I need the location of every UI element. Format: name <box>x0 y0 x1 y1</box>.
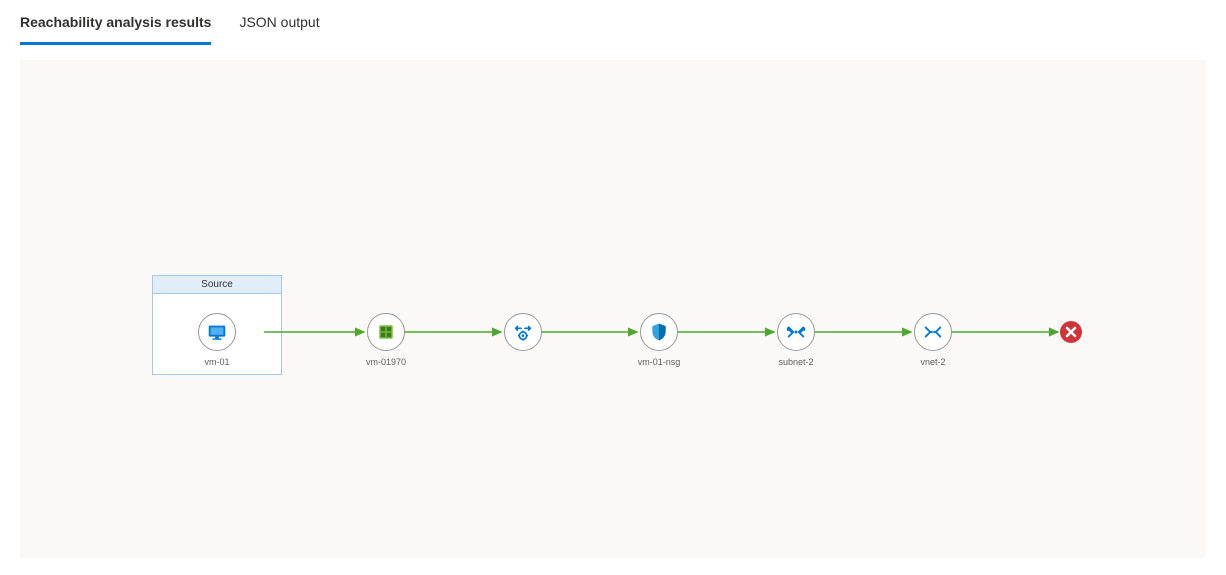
connector-1 <box>20 60 1220 560</box>
vm-icon <box>198 313 236 351</box>
node-label: vnet-2 <box>920 357 945 367</box>
nsg-icon <box>640 313 678 351</box>
node-label: vm-01970 <box>366 357 406 367</box>
diagram-canvas[interactable]: Source vm-01vm-01970vm-01-nsgsubnet-2vne… <box>20 60 1206 558</box>
vnet-icon <box>914 313 952 351</box>
node-vm-01970[interactable]: vm-01970 <box>346 313 426 367</box>
node-ipconfig[interactable] <box>483 313 563 351</box>
subnet-icon <box>777 313 815 351</box>
node-label: vm-01 <box>204 357 229 367</box>
node-subnet-2[interactable]: subnet-2 <box>756 313 836 367</box>
node-vm-01[interactable]: vm-01 <box>177 313 257 367</box>
nic-icon <box>367 313 405 351</box>
tab-results[interactable]: Reachability analysis results <box>20 0 211 45</box>
node-vm-01-nsg[interactable]: vm-01-nsg <box>619 313 699 367</box>
tab-json-output[interactable]: JSON output <box>239 0 319 45</box>
node-label: subnet-2 <box>778 357 813 367</box>
ipconfig-icon <box>504 313 542 351</box>
endpoint-error-icon[interactable] <box>1060 321 1082 343</box>
node-vnet-2[interactable]: vnet-2 <box>893 313 973 367</box>
tab-bar: Reachability analysis results JSON outpu… <box>0 0 1226 46</box>
node-label: vm-01-nsg <box>638 357 681 367</box>
